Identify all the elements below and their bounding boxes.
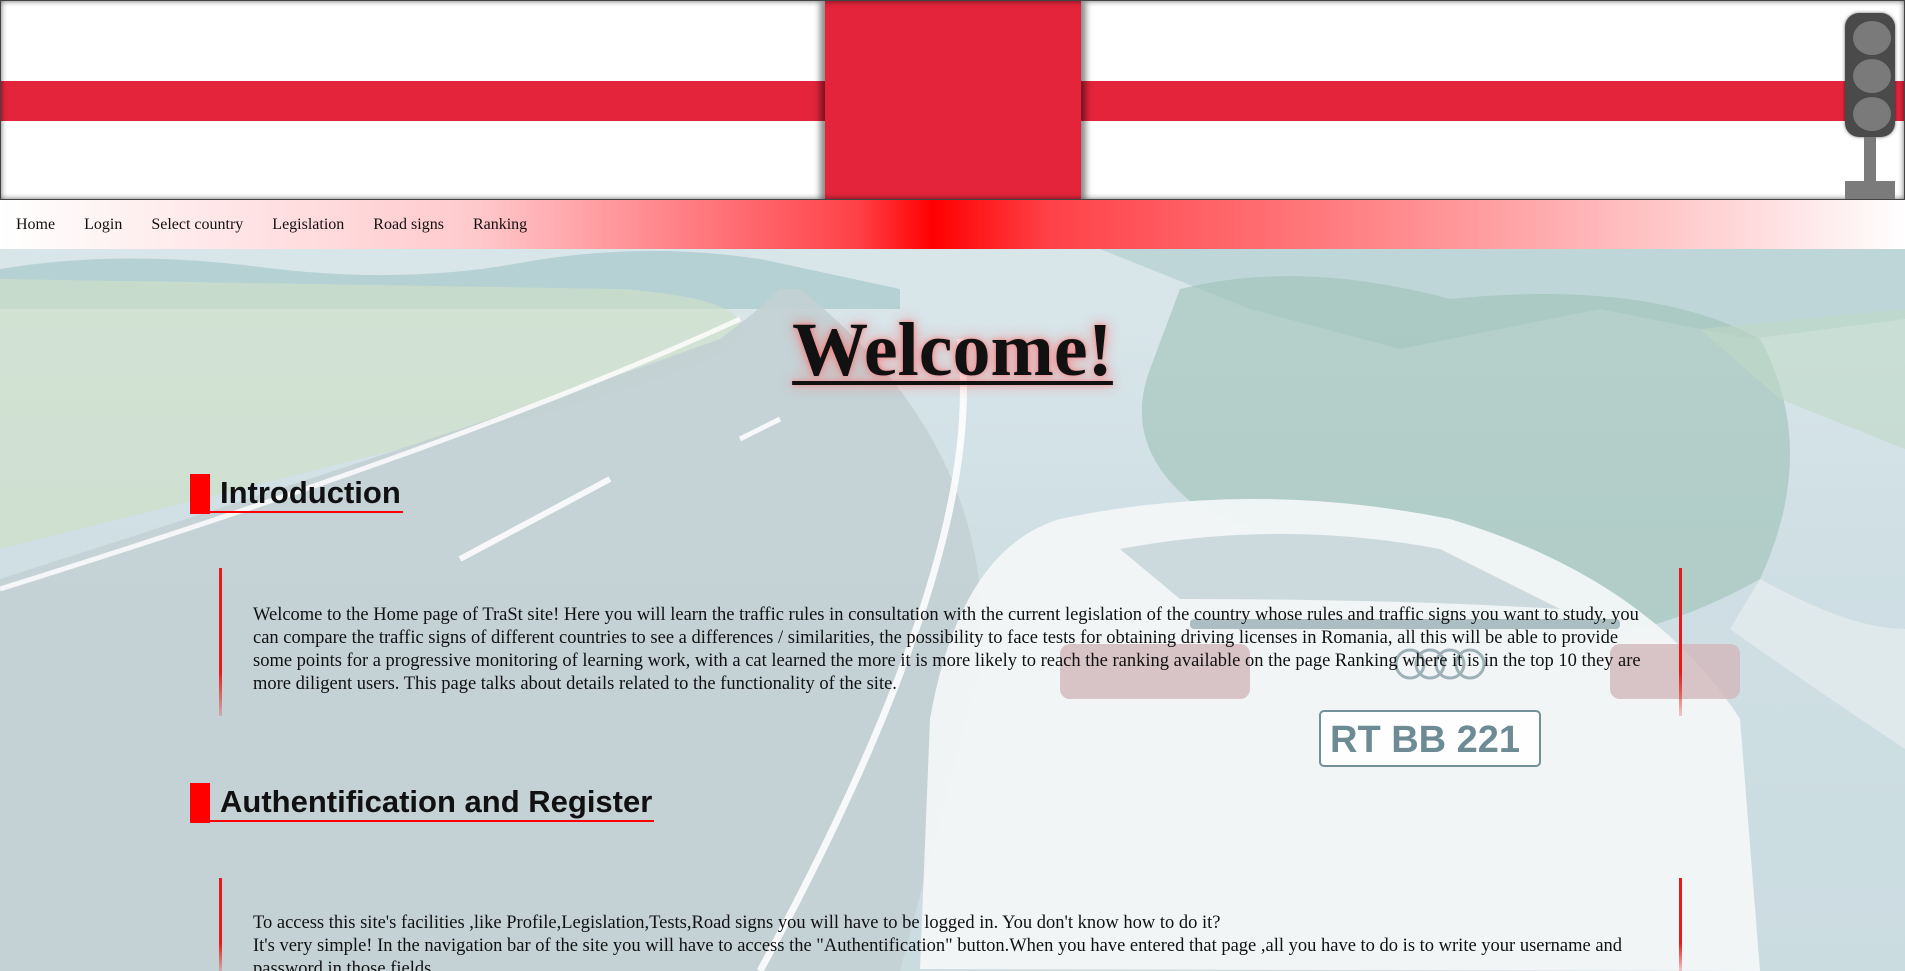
- section-title: Authentification and Register: [210, 784, 655, 822]
- paragraph: It's very simple! In the navigation bar …: [253, 936, 1623, 971]
- header-banner: [0, 0, 1905, 200]
- section-left-border: [219, 878, 222, 971]
- nav-item-home[interactable]: Home: [16, 216, 55, 234]
- nav-bar: Home Login Select country Legislation Ro…: [0, 200, 1905, 249]
- nav-item-road-signs[interactable]: Road signs: [373, 216, 444, 234]
- heading-accent-bar: [190, 474, 210, 514]
- nav-item-login[interactable]: Login: [84, 216, 122, 234]
- page-title: Welcome!: [792, 308, 1113, 392]
- section-right-border: [1679, 878, 1682, 971]
- flag-vertical-stripe: [825, 1, 1081, 199]
- traffic-light-lamp: [1853, 59, 1891, 93]
- traffic-light-lamp: [1853, 97, 1891, 131]
- heading-accent-bar: [190, 783, 210, 823]
- authentication-paragraph: To access this site's facilities ,like P…: [253, 912, 1653, 971]
- welcome-heading-wrapper: Welcome!: [0, 308, 1905, 392]
- section-heading-introduction: Introduction: [190, 474, 403, 514]
- traffic-light-lamp: [1853, 21, 1891, 55]
- nav-item-ranking[interactable]: Ranking: [473, 216, 527, 234]
- paragraph: To access this site's facilities ,like P…: [253, 913, 1221, 933]
- section-heading-authentication: Authentification and Register: [190, 783, 655, 823]
- nav-item-select-country[interactable]: Select country: [151, 216, 243, 234]
- paragraph: Welcome to the Home page of TraSt site! …: [253, 605, 1641, 694]
- section-title: Introduction: [210, 475, 403, 513]
- introduction-paragraph: Welcome to the Home page of TraSt site! …: [253, 604, 1653, 696]
- section-right-border: [1679, 568, 1682, 716]
- traffic-light-icon: [1841, 9, 1897, 199]
- license-plate-text: RT BB 221: [1330, 719, 1520, 761]
- nav-item-legislation[interactable]: Legislation: [272, 216, 344, 234]
- section-left-border: [219, 568, 222, 716]
